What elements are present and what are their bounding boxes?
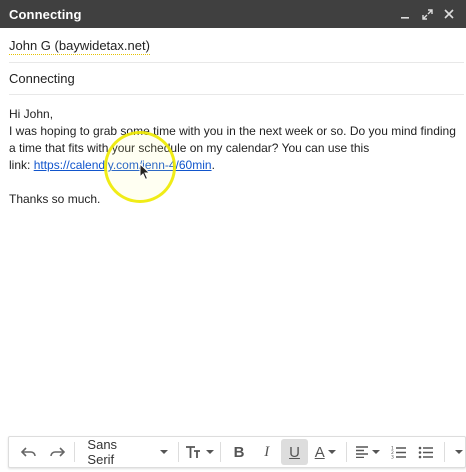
formatting-toolbar: Sans Serif B I U A 123 bbox=[8, 436, 466, 468]
chevron-down-icon bbox=[372, 450, 381, 454]
body-closing: Thanks so much. bbox=[9, 192, 101, 206]
expand-icon[interactable] bbox=[416, 3, 438, 25]
window-controls bbox=[394, 3, 466, 25]
chevron-down-icon bbox=[327, 450, 336, 454]
toolbar-divider bbox=[74, 442, 76, 462]
text-size-icon[interactable] bbox=[183, 439, 217, 465]
bulleted-list-icon[interactable] bbox=[412, 439, 440, 465]
recipient-chip[interactable]: John G (baywidetax.net) bbox=[9, 38, 150, 55]
message-body[interactable]: Hi John, I was hoping to grab some time … bbox=[9, 106, 461, 208]
subject-text: Connecting bbox=[9, 71, 75, 86]
underline-icon[interactable]: U bbox=[280, 439, 309, 465]
bold-icon[interactable]: B bbox=[225, 439, 253, 465]
chevron-down-icon bbox=[454, 450, 463, 454]
body-line: I was hoping to grab some time with you … bbox=[9, 124, 456, 155]
compose-titlebar[interactable]: Connecting bbox=[0, 0, 466, 28]
svg-text:3: 3 bbox=[391, 455, 394, 460]
align-icon[interactable] bbox=[351, 439, 385, 465]
redo-icon[interactable] bbox=[43, 439, 71, 465]
body-link-line: link: https://calendly.com/jenn-4/60min. bbox=[9, 157, 461, 174]
numbered-list-icon[interactable]: 123 bbox=[385, 439, 413, 465]
close-icon[interactable] bbox=[438, 3, 460, 25]
toolbar-divider bbox=[444, 442, 446, 462]
compose-title: Connecting bbox=[9, 6, 82, 22]
mouse-cursor-icon bbox=[139, 163, 151, 181]
undo-icon[interactable] bbox=[15, 439, 43, 465]
body-greeting: Hi John, bbox=[9, 107, 54, 121]
text-color-icon[interactable]: A bbox=[308, 439, 342, 465]
toolbar-divider bbox=[177, 442, 179, 462]
font-select-label: Sans Serif bbox=[87, 437, 118, 467]
recipients-field[interactable]: John G (baywidetax.net) bbox=[9, 31, 464, 63]
underline-glyph: U bbox=[289, 443, 300, 461]
subject-field[interactable]: Connecting bbox=[9, 63, 464, 95]
minimize-icon[interactable] bbox=[394, 3, 416, 25]
link-prefix: link: bbox=[9, 158, 34, 172]
more-options-icon[interactable] bbox=[449, 439, 465, 465]
body-paragraph: I was hoping to grab some time with you … bbox=[9, 123, 461, 157]
text-color-glyph: A bbox=[314, 443, 325, 461]
toolbar-divider bbox=[346, 442, 348, 462]
font-select[interactable]: Sans Serif bbox=[79, 437, 173, 467]
chevron-down-icon bbox=[159, 450, 168, 454]
chevron-down-icon bbox=[205, 450, 214, 454]
bold-glyph: B bbox=[233, 443, 245, 461]
toolbar-divider bbox=[220, 442, 222, 462]
link-suffix: . bbox=[211, 158, 215, 172]
italic-icon[interactable]: I bbox=[253, 439, 281, 465]
italic-glyph: I bbox=[264, 443, 270, 460]
